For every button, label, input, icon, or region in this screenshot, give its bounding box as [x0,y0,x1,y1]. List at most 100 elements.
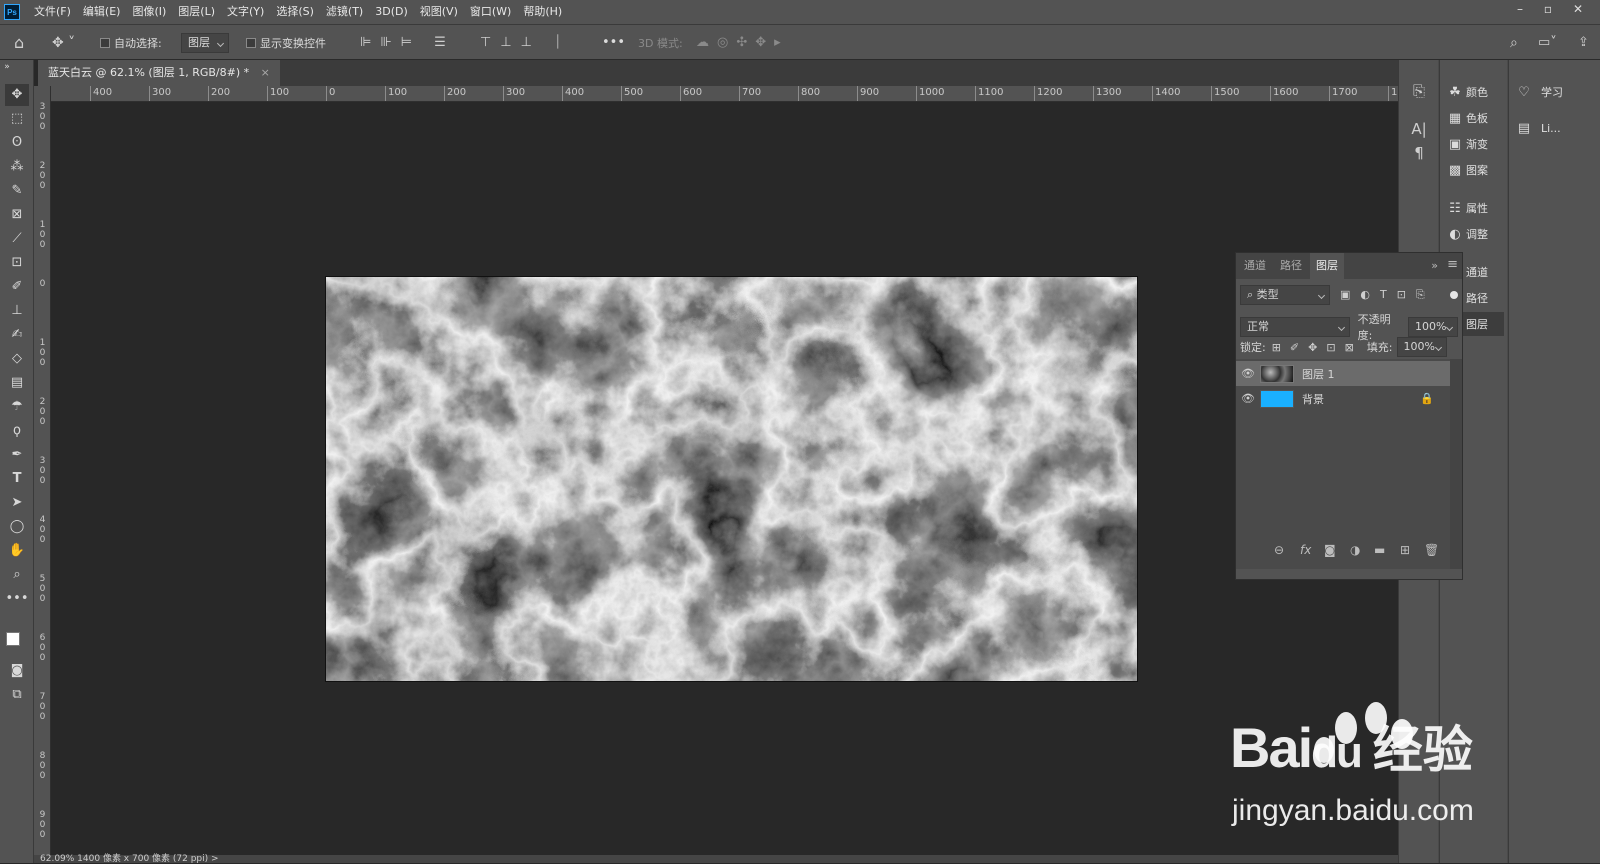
layer-name[interactable]: 图层 1 [1302,366,1335,382]
lock-options-icons[interactable]: ⊞✐✥⊡⊠ [1272,341,1363,354]
paragraph-icon[interactable]: ¶ [1407,144,1431,162]
adjustments-panel-button[interactable]: ◐ 调整 [1444,222,1488,246]
panel-menu-icon[interactable]: ≡ [1447,257,1458,272]
new-group-icon[interactable]: ▬ [1374,543,1385,557]
screen-mode-icon[interactable]: ⧉ [5,684,29,706]
learn-panel-button[interactable]: ♡ 学习 [1513,80,1563,104]
type-tool-icon[interactable]: T [5,468,29,490]
ruler-tick: 200 [208,86,230,101]
more-options-button[interactable]: ••• [602,25,625,60]
brush-tool-icon[interactable]: ✐ [5,276,29,298]
magic-wand-tool-icon[interactable]: ⁂ [5,156,29,178]
quick-selection-icon[interactable]: ✎ [5,180,29,202]
align-horizontal-icons[interactable]: ⊫⊪⊨ ☰ [360,25,460,60]
share-icon[interactable]: ⇪ [1578,25,1596,60]
menu-3d[interactable]: 3D(D) [369,0,414,24]
collapse-toolbar-icon[interactable]: » [2,62,12,72]
visibility-eye-icon[interactable]: 👁 [1236,367,1260,380]
quick-mask-icon[interactable]: ◙ [5,660,29,682]
ruler-tick: 100 [39,338,46,368]
maximize-button[interactable]: ▫ [1536,0,1560,18]
history-icon[interactable]: ⎘ [1407,82,1431,100]
show-transform-checkbox[interactable]: 显示变换控件 [246,25,326,60]
auto-select-checkbox[interactable]: 自动选择: [100,25,162,60]
eyedropper-tool-icon[interactable]: ⟋ [5,228,29,250]
frame-tool-icon[interactable]: ⊡ [5,252,29,274]
pen-tool-icon[interactable]: ✒ [5,444,29,466]
close-tab-icon[interactable]: × [261,66,270,79]
menu-help[interactable]: 帮助(H) [517,0,568,24]
color-panel-button[interactable]: ☘ 颜色 [1444,80,1488,104]
move-tool-preset-icon[interactable]: ✥ ˅ [52,25,88,60]
link-layers-icon[interactable]: ⊖ [1274,543,1284,557]
workspace-icon[interactable]: ▭˅ [1538,25,1568,60]
vertical-ruler[interactable]: 300 200 100 0 100 200 300 400 500 600 700 800 900 [34,86,51,863]
close-window-button[interactable]: ✕ [1566,0,1590,18]
delete-layer-icon[interactable]: 🗑 [1424,543,1439,557]
hand-tool-icon[interactable]: ✋ [5,540,29,562]
character-icon[interactable]: A| [1407,120,1431,138]
menu-view[interactable]: 视图(V) [414,0,464,24]
fill-input[interactable]: 100% [1396,337,1447,357]
layer-row-background[interactable]: 👁 背景 🔒 [1236,386,1450,411]
patterns-panel-button[interactable]: ▩ 图案 [1444,158,1488,182]
layer-row-layer1[interactable]: 👁 图层 1 [1236,361,1450,386]
document-image[interactable] [325,276,1138,682]
blur-tool-icon[interactable]: ☂ [5,396,29,418]
properties-panel-button[interactable]: ☷ 属性 [1444,196,1488,220]
more-tools-icon[interactable]: ••• [5,588,29,610]
document-tab-bar: 蓝天白云 @ 62.1% (图层 1, RGB/8#) * × [38,60,1398,86]
document-tab[interactable]: 蓝天白云 @ 62.1% (图层 1, RGB/8#) * × [38,60,280,86]
layer-filter-dropdown[interactable]: ⌕ 类型 [1240,285,1330,305]
menu-layer[interactable]: 图层(L) [172,0,221,24]
crop-tool-icon[interactable]: ⊠ [5,204,29,226]
minimize-button[interactable]: – [1508,0,1532,18]
tab-layers[interactable]: 图层 [1310,253,1344,279]
fx-icon[interactable]: fx [1300,543,1311,557]
menu-image[interactable]: 图像(I) [126,0,172,24]
ruler-tick: 900 [857,86,879,101]
foreground-color-swatch[interactable] [6,632,20,646]
home-icon[interactable]: ⌂ [14,25,36,60]
menu-select[interactable]: 选择(S) [270,0,320,24]
blend-mode-dropdown[interactable]: 正常 [1240,317,1350,337]
eraser-tool-icon[interactable]: ◇ [5,348,29,370]
path-select-icon[interactable]: ➤ [5,492,29,514]
tab-paths[interactable]: 路径 [1274,253,1308,279]
collapse-panel-icon[interactable]: » [1431,259,1438,272]
visibility-eye-icon[interactable]: 👁 [1236,392,1260,405]
menu-file[interactable]: 文件(F) [28,0,77,24]
dodge-tool-icon[interactable]: ϙ [5,420,29,442]
menu-window[interactable]: 窗口(W) [464,0,517,24]
libraries-panel-button[interactable]: ▤ Li... [1513,116,1561,140]
horizontal-ruler[interactable]: 400 300 200 100 0 100 200 300 400 500 600 700 800 900… [38,86,1398,102]
search-icon[interactable]: ⌕ [1510,25,1528,60]
lasso-tool-icon[interactable]: ʘ [5,132,29,154]
marquee-tool-icon[interactable]: ⬚ [5,108,29,130]
add-mask-icon[interactable]: ◙ [1324,543,1336,557]
menu-edit[interactable]: 编辑(E) [77,0,127,24]
filter-toggle-icon[interactable] [1450,291,1458,299]
ellipse-tool-icon[interactable]: ◯ [5,516,29,538]
stamp-tool-icon[interactable]: ⊥ [5,300,29,322]
menu-filter[interactable]: 滤镜(T) [320,0,369,24]
tab-channels[interactable]: 通道 [1238,253,1272,279]
history-brush-icon[interactable]: ✍ [5,324,29,346]
status-bar: 62.09% 1400 像素 x 700 像素 (72 ppi) > [34,855,1398,864]
gradient-tool-icon[interactable]: ▤ [5,372,29,394]
adjustment-layer-icon[interactable]: ◑ [1350,543,1360,557]
opacity-input[interactable]: 100% [1408,317,1458,337]
align-vertical-icons[interactable]: ⊤⊥⊥ ⏐ [480,25,580,60]
filter-type-icons[interactable]: ▣◐T⊡⎘ [1340,288,1435,302]
layer-name[interactable]: 背景 [1302,391,1324,407]
menu-type[interactable]: 文字(Y) [221,0,270,24]
layer-list-scrollbar[interactable] [1450,359,1462,569]
new-layer-icon[interactable]: ⊞ [1400,543,1410,557]
gradients-panel-button[interactable]: ▣ 渐变 [1444,132,1488,156]
swatches-panel-button[interactable]: ▦ 色板 [1444,106,1488,130]
photoshop-logo-icon[interactable]: Ps [4,4,20,20]
move-tool-icon[interactable]: ✥ [5,84,29,106]
auto-select-target-dropdown[interactable]: 图层 [181,32,229,53]
layer-thumbnail [1260,389,1294,408]
zoom-tool-icon[interactable]: ⌕ [5,564,29,586]
